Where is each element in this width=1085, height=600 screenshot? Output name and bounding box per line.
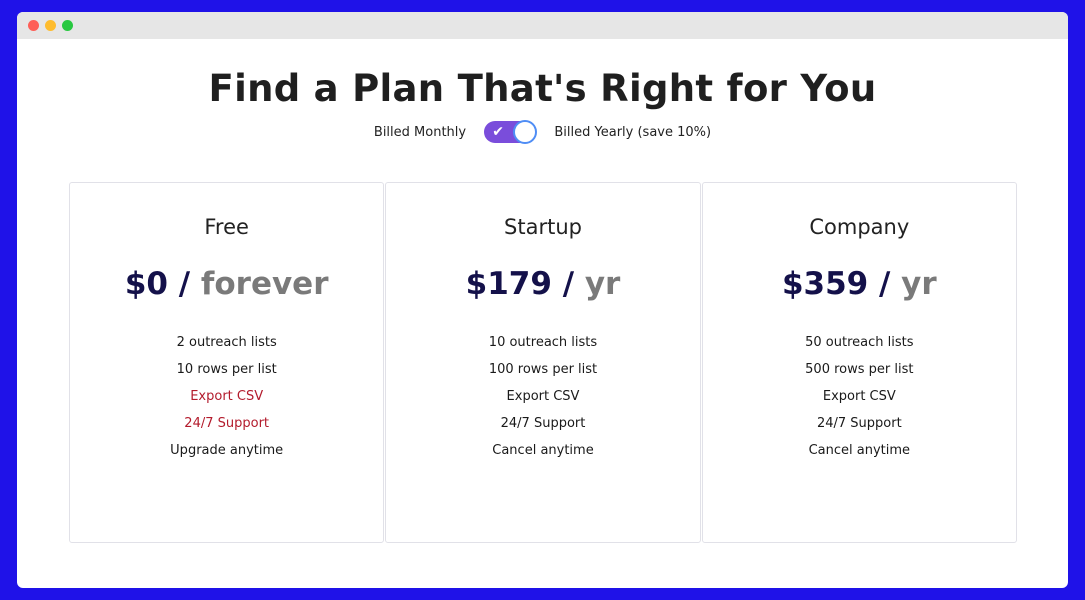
price-amount: $0: [124, 266, 168, 302]
plan-card-company[interactable]: Company $359 / yr 50 outreach lists 500 …: [701, 182, 1017, 543]
minimize-window-button[interactable]: [45, 20, 56, 31]
browser-window: Find a Plan That's Right for You Billed …: [17, 12, 1068, 588]
feature-item: 100 rows per list: [488, 362, 598, 377]
plan-name: Free: [204, 215, 249, 239]
plan-card-startup[interactable]: Startup $179 / yr 10 outreach lists 100 …: [385, 182, 701, 543]
plan-price: $0 / forever: [70, 266, 383, 302]
feature-item: 10 outreach lists: [488, 335, 598, 350]
feature-item: Cancel anytime: [492, 443, 594, 458]
feature-item: 10 rows per list: [176, 362, 277, 377]
billing-toggle-switch[interactable]: ✔: [484, 120, 538, 144]
billing-toggle-row: Billed Monthly ✔ Billed Yearly (save 10%…: [17, 120, 1068, 147]
close-window-button[interactable]: [28, 20, 39, 31]
feature-list: 10 outreach lists 100 rows per list Expo…: [386, 329, 699, 464]
feature-item: 2 outreach lists: [176, 335, 277, 350]
price-amount: $359: [781, 266, 869, 302]
price-period: yr: [584, 266, 621, 302]
feature-item: Cancel anytime: [808, 443, 911, 458]
feature-item-unavailable: Export CSV: [190, 389, 264, 404]
feature-item: Export CSV: [506, 389, 580, 404]
price-period: forever: [200, 266, 329, 302]
plan-name: Company: [809, 215, 910, 239]
feature-item: Export CSV: [822, 389, 896, 404]
toggle-knob[interactable]: [513, 120, 538, 144]
price-period: yr: [901, 266, 937, 302]
billed-yearly-label[interactable]: Billed Yearly (save 10%): [554, 125, 711, 140]
plan-price: $179 / yr: [386, 266, 699, 302]
feature-item: 24/7 Support: [816, 416, 902, 431]
feature-list: 2 outreach lists 10 rows per list Export…: [70, 329, 383, 464]
title-bar: [17, 12, 1068, 39]
feature-list: 50 outreach lists 500 rows per list Expo…: [703, 329, 1016, 464]
price-separator: /: [879, 266, 891, 302]
feature-item: 24/7 Support: [500, 416, 586, 431]
maximize-window-button[interactable]: [62, 20, 73, 31]
page-title: Find a Plan That's Right for You: [208, 67, 877, 110]
feature-item: Upgrade anytime: [170, 443, 284, 458]
price-separator: /: [178, 266, 191, 302]
plan-card-free[interactable]: Free $0 / forever 2 outreach lists 10 ro…: [69, 182, 385, 543]
plan-name: Startup: [504, 215, 582, 239]
pricing-section: Find a Plan That's Right for You Billed …: [17, 39, 1068, 588]
feature-item: 50 outreach lists: [805, 335, 914, 350]
price-amount: $179: [465, 266, 552, 302]
plan-price: $359 / yr: [703, 266, 1016, 302]
plan-cards: Free $0 / forever 2 outreach lists 10 ro…: [69, 182, 1017, 543]
feature-item-unavailable: 24/7 Support: [184, 416, 270, 431]
check-icon: ✔: [492, 124, 504, 140]
billed-monthly-label[interactable]: Billed Monthly: [374, 125, 466, 140]
price-separator: /: [562, 266, 575, 302]
feature-item: 500 rows per list: [805, 362, 914, 377]
